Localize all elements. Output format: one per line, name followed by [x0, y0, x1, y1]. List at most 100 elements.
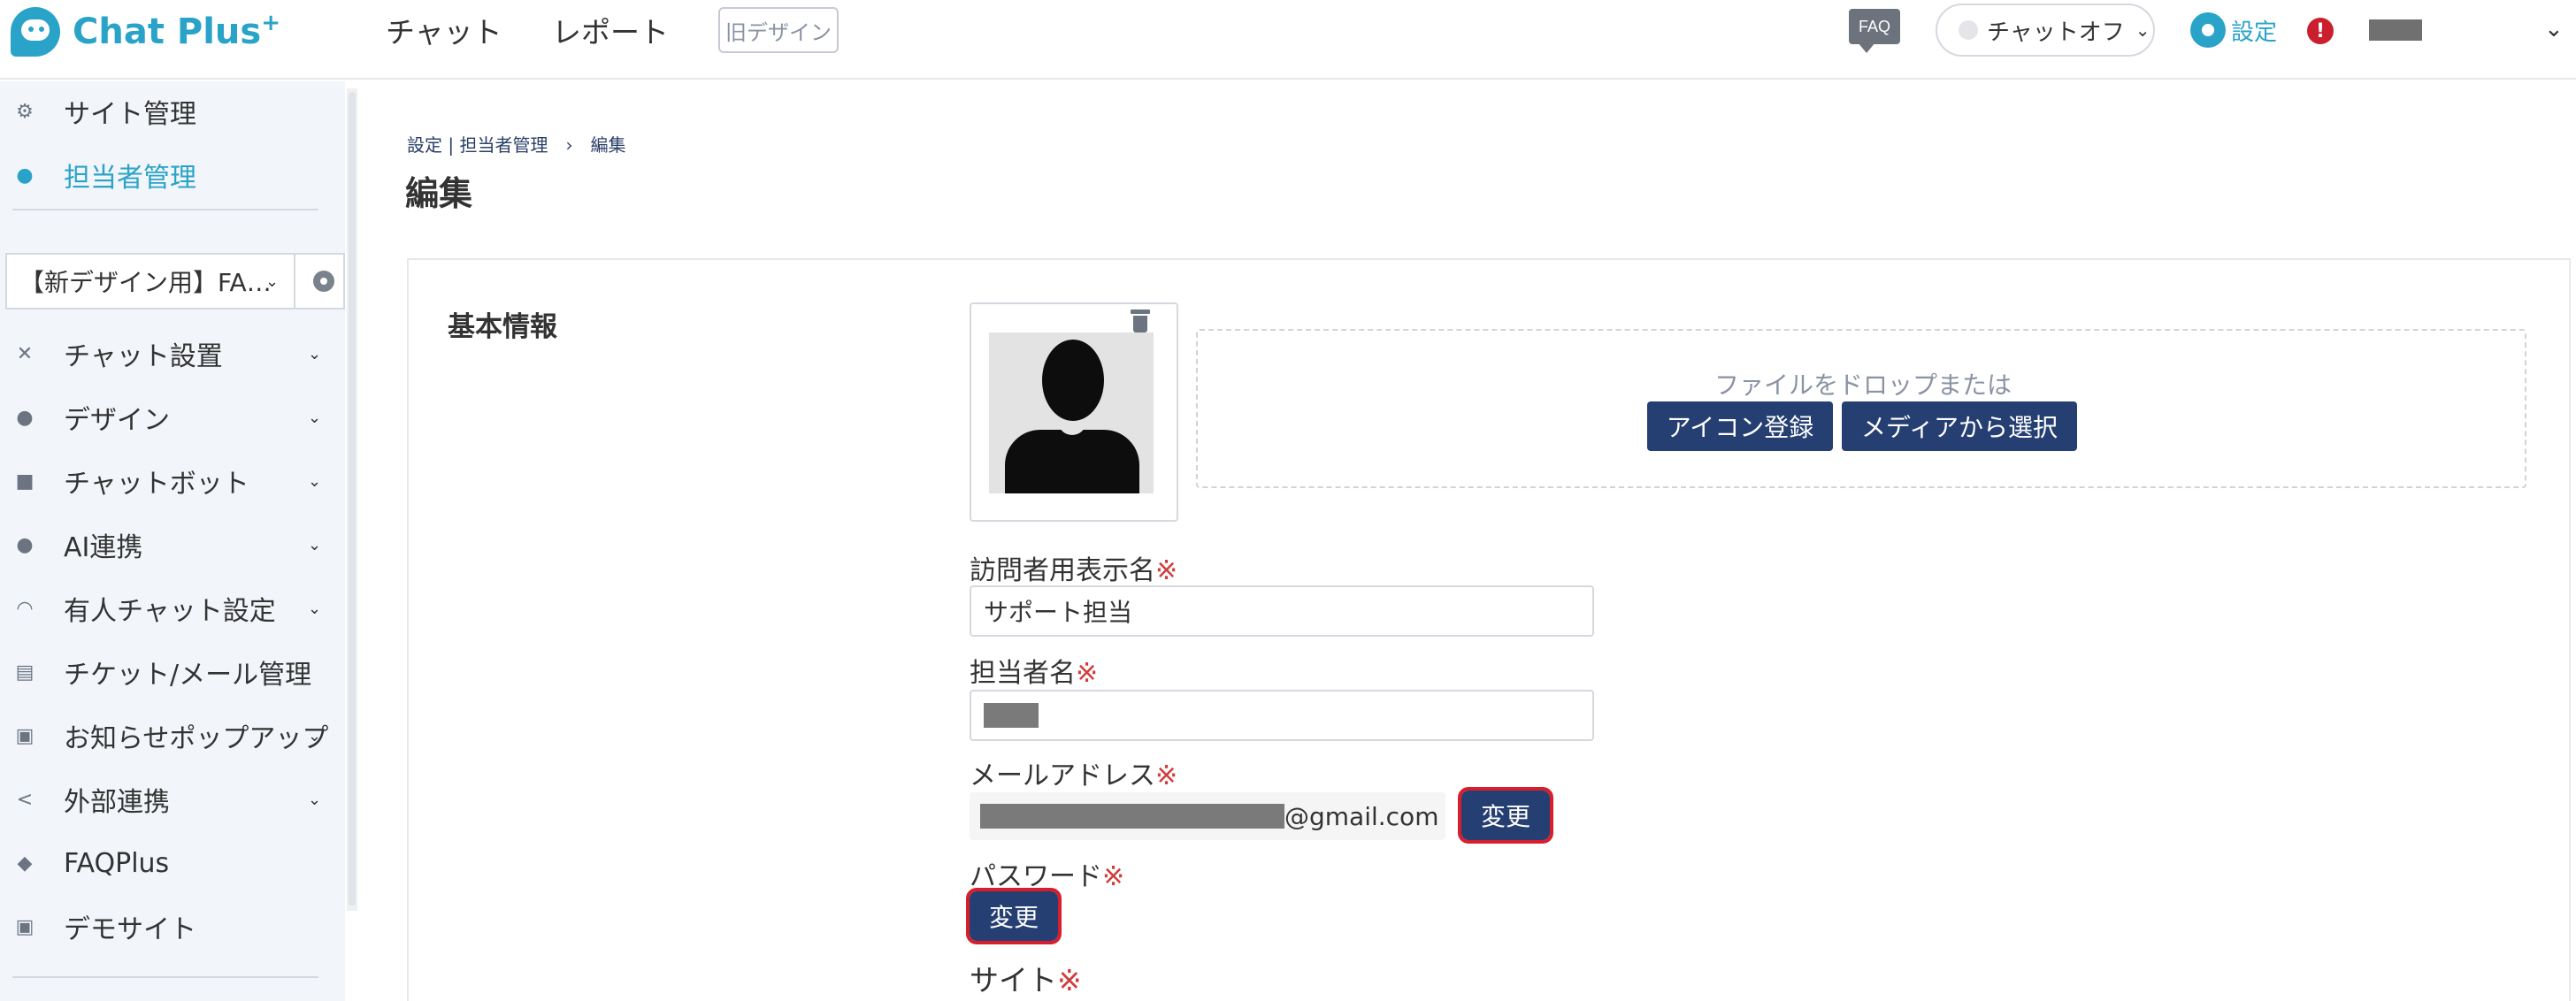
visitor-name-input[interactable]: サポート担当 — [970, 585, 1594, 637]
chevron-down-icon: ⌄ — [2135, 19, 2150, 41]
site-select-label: 【新デザイン用】FA… — [19, 268, 272, 297]
select-separator — [294, 255, 295, 308]
email-domain: @gmail.com — [1284, 801, 1439, 831]
list-icon: ▤ — [15, 661, 34, 684]
logo-text: Chat Plus — [73, 11, 262, 52]
chat-plus-logo[interactable]: Chat Plus + — [11, 5, 280, 58]
sidebar-item-external[interactable]: < 外部連携 ⌄ — [0, 773, 345, 826]
chevron-down-icon: ⌄ — [308, 599, 322, 618]
sidebar-divider — [12, 209, 318, 210]
sidebar: ⚙ サイト管理 ● 担当者管理 【新デザイン用】FA… ⌄ ✕ チャット設置 ⌄… — [0, 81, 345, 1001]
chat-bubble-logo-icon — [11, 7, 60, 57]
settings-label: 設定 — [2231, 19, 2278, 46]
chevron-down-icon: ⌄ — [308, 344, 322, 363]
sidebar-item-faqplus[interactable]: ◆ FAQPlus — [0, 837, 345, 890]
sidebar-item-label: チケット/メール管理 — [64, 660, 312, 691]
tools-icon: ✕ — [16, 342, 34, 365]
sidebar-item-label: 有人チャット設定 — [64, 596, 276, 627]
alert-icon[interactable]: ! — [2307, 18, 2334, 44]
site-label: サイト※ — [970, 957, 1082, 999]
sidebar-item-ai[interactable]: ● AI連携 ⌄ — [0, 518, 345, 571]
visitor-name-label-text: 訪問者用表示名 — [970, 555, 1155, 586]
visitor-name-label: 訪問者用表示名※ — [970, 548, 1177, 587]
settings-link[interactable]: 設定 — [2190, 12, 2277, 48]
required-mark: ※ — [1155, 555, 1178, 586]
sidebar-scrollbar[interactable] — [347, 88, 357, 911]
gear-icon: ⚙ — [16, 100, 34, 123]
eye-icon: ▣ — [15, 915, 34, 938]
avatar-head-shape — [1042, 340, 1104, 421]
sidebar-item-label: 担当者管理 — [64, 163, 196, 194]
required-mark: ※ — [1102, 861, 1125, 892]
required-mark: ※ — [1155, 760, 1178, 791]
sidebar-divider — [12, 976, 318, 978]
sidebar-item-live-chat[interactable]: ◠ 有人チャット設定 ⌄ — [0, 582, 345, 635]
section-title: 基本情報 — [448, 311, 557, 343]
user-menu-chevron-icon[interactable]: ⌄ — [2544, 16, 2564, 42]
password-label: パスワード※ — [970, 854, 1124, 893]
password-label-text: パスワード — [970, 861, 1102, 892]
required-mark: ※ — [1057, 963, 1082, 997]
user-gear-icon: ● — [16, 164, 34, 187]
agent-name-label-text: 担当者名 — [970, 658, 1076, 689]
chevron-down-icon: ⌄ — [308, 535, 322, 554]
redacted-email-local-part — [980, 804, 1284, 829]
site-select-dropdown[interactable]: 【新デザイン用】FA… ⌄ — [5, 253, 345, 309]
sidebar-item-label: サイト管理 — [64, 99, 196, 130]
chevron-down-icon: ⌄ — [308, 408, 322, 427]
chevron-down-icon: ⌄ — [308, 726, 322, 745]
old-design-button[interactable]: 旧デザイン — [718, 7, 839, 53]
sidebar-item-label: チャットボット — [64, 469, 249, 500]
faq-icon[interactable]: FAQ — [1849, 9, 1900, 53]
change-email-button[interactable]: 変更 — [1458, 787, 1553, 844]
email-label-text: メールアドレス — [970, 760, 1155, 791]
sidebar-item-ticket-mail[interactable]: ▤ チケット/メール管理 — [0, 646, 345, 699]
sidebar-item-label: AI連携 — [64, 532, 143, 563]
chat-status-dropdown[interactable]: チャットオフ ⌄ — [1936, 4, 2155, 57]
logo-plus: + — [261, 10, 280, 36]
select-from-media-button[interactable]: メディアから選択 — [1842, 401, 2077, 451]
agent-name-label: 担当者名※ — [970, 651, 1098, 690]
nav-report[interactable]: レポート — [552, 9, 669, 51]
user-name-redacted[interactable] — [2369, 19, 2422, 41]
sidebar-item-design[interactable]: ● デザイン ⌄ — [0, 391, 345, 444]
agent-name-input[interactable] — [970, 690, 1594, 741]
sidebar-item-label: デザイン — [64, 405, 170, 436]
page-title: 編集 — [405, 174, 473, 213]
sidebar-item-label: チャット設置 — [64, 341, 223, 372]
required-mark: ※ — [1076, 658, 1099, 689]
breadcrumb[interactable]: 設定 | 担当者管理 › 編集 — [407, 131, 625, 157]
chevron-down-icon: ⌄ — [265, 271, 280, 291]
status-dot-icon — [1959, 20, 1978, 40]
avatar — [989, 332, 1154, 493]
sidebar-item-notice-popup[interactable]: ▣ お知らせポップアップ ⌄ — [0, 709, 345, 762]
window-icon: ▣ — [15, 724, 34, 747]
sidebar-item-chat-install[interactable]: ✕ チャット設置 ⌄ — [0, 327, 345, 380]
chat-status-label: チャットオフ — [1987, 19, 2125, 46]
sidebar-item-site-management[interactable]: ⚙ サイト管理 — [0, 85, 345, 138]
chevron-down-icon: ⌄ — [308, 471, 322, 491]
avatar-body-shape — [1005, 430, 1139, 493]
lightbulb-icon: ● — [16, 533, 34, 556]
sidebar-item-label: 外部連携 — [64, 787, 170, 818]
share-icon: < — [16, 788, 34, 811]
sidebar-item-label: デモサイト — [64, 914, 196, 945]
nav-chat[interactable]: チャット — [386, 9, 502, 51]
headset-icon: ◠ — [16, 597, 34, 620]
sidebar-item-chatbot[interactable]: ■ チャットボット ⌄ — [0, 455, 345, 508]
sidebar-item-agent-management[interactable]: ● 担当者管理 — [0, 149, 345, 202]
icon-register-button[interactable]: アイコン登録 — [1647, 401, 1833, 451]
redacted-agent-name — [984, 703, 1039, 728]
sidebar-item-demo-site[interactable]: ▣ デモサイト — [0, 900, 345, 953]
trash-icon[interactable] — [1131, 309, 1150, 332]
chevron-down-icon: ⌄ — [308, 790, 322, 809]
site-gear-icon[interactable] — [313, 271, 334, 292]
change-password-button[interactable]: 変更 — [966, 888, 1062, 944]
dropzone-text: ファイルをドロップまたは — [1714, 371, 2012, 400]
site-label-text: サイト — [970, 963, 1057, 997]
email-label: メールアドレス※ — [970, 753, 1177, 792]
shield-icon: ◆ — [17, 852, 33, 875]
top-header: Chat Plus + チャット レポート 旧デザイン FAQ チャットオフ ⌄… — [0, 0, 2576, 80]
chat-bubbles-icon: ■ — [15, 470, 34, 493]
sidebar-item-label: お知らせポップアップ — [64, 723, 329, 754]
